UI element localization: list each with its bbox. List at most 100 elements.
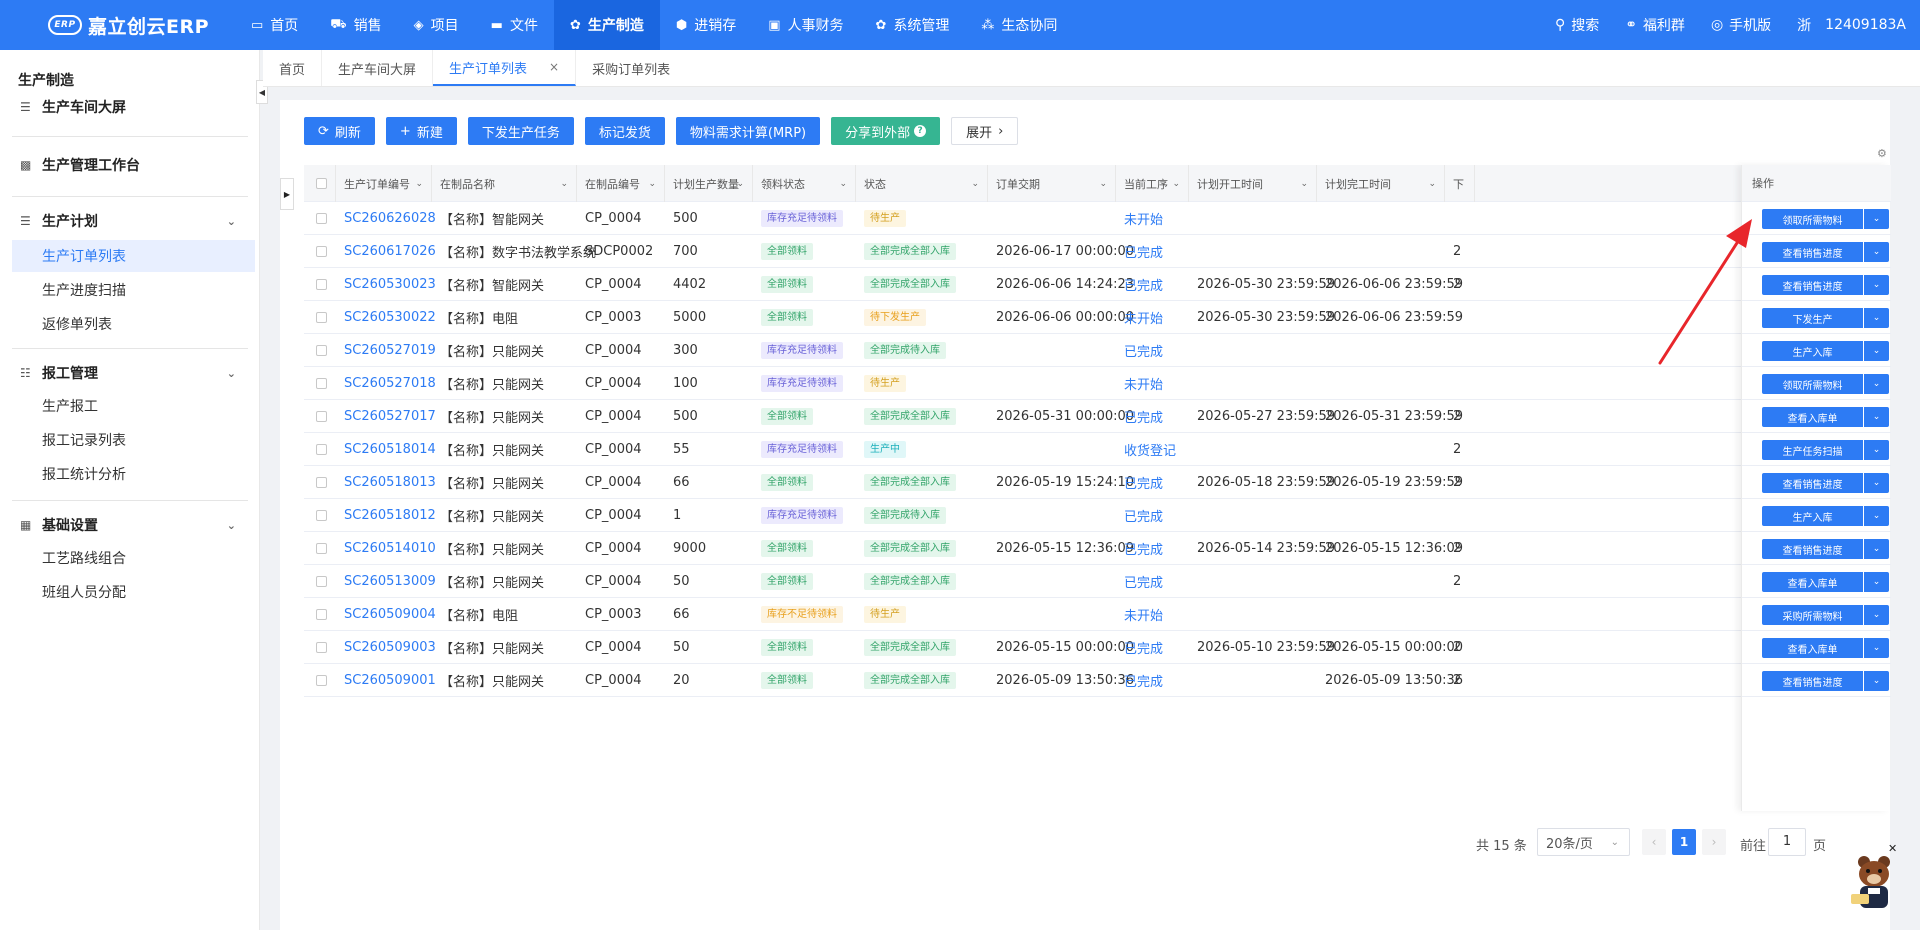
row-action-button[interactable]: 查看入库单: [1762, 572, 1863, 592]
current-process-link[interactable]: 收货登记: [1124, 440, 1176, 459]
order-number-link[interactable]: SC260509001: [344, 673, 436, 688]
mrp-button[interactable]: 物料需求计算(MRP): [675, 117, 821, 145]
chevron-down-icon[interactable]: ⌄: [1864, 671, 1889, 691]
chevron-down-icon[interactable]: ⌄: [971, 179, 979, 189]
sidebar-group-production-plan[interactable]: ☰ 生产计划 ⌄: [0, 200, 260, 242]
share-external-button[interactable]: 分享到外部?: [831, 117, 941, 145]
chevron-down-icon[interactable]: ⌄: [736, 179, 744, 189]
app-logo[interactable]: ERP 嘉立创云ERP: [0, 12, 235, 39]
column-settings-icon[interactable]: ⚙: [1877, 147, 1887, 160]
row-checkbox[interactable]: [316, 279, 327, 290]
chevron-down-icon[interactable]: ⌄: [648, 179, 656, 189]
row-action-button[interactable]: 查看销售进度: [1762, 473, 1863, 493]
sidebar-group-basic-settings[interactable]: ▦ 基础设置 ⌄: [0, 504, 260, 546]
sidebar-item-workbench[interactable]: ▩ 生产管理工作台: [0, 144, 260, 186]
order-number-link[interactable]: SC260518012: [344, 508, 436, 523]
order-number-link[interactable]: SC260527017: [344, 409, 436, 424]
nav-item-8[interactable]: ⁂ 生态协同: [965, 0, 1073, 50]
tab-workshop-screen[interactable]: 生产车间大屏: [322, 50, 434, 86]
sidebar-item-production-report[interactable]: 生产报工: [12, 390, 255, 422]
sidebar-item-production-order-list[interactable]: 生产订单列表: [12, 240, 255, 272]
tab-production-order-list[interactable]: 生产订单列表 ×: [433, 50, 577, 86]
current-process-link[interactable]: 未开始: [1124, 374, 1163, 393]
order-number-link[interactable]: SC260617026: [344, 244, 436, 259]
tab-home[interactable]: 首页: [263, 50, 323, 86]
order-number-link[interactable]: SC260509003: [344, 640, 436, 655]
current-process-link[interactable]: 已完成: [1124, 275, 1163, 294]
nav-item-0[interactable]: ▭ 首页: [235, 0, 314, 50]
current-process-link[interactable]: 未开始: [1124, 209, 1163, 228]
chevron-down-icon[interactable]: ⌄: [1864, 242, 1889, 262]
search-button[interactable]: ⚲ 搜索: [1555, 15, 1599, 35]
row-action-button[interactable]: 生产入库: [1762, 506, 1863, 526]
sidebar-item-report-records[interactable]: 报工记录列表: [12, 424, 255, 456]
goto-page-input[interactable]: 1: [1768, 828, 1806, 856]
expand-button[interactable]: 展开 ›: [951, 117, 1019, 145]
assistant-mascot-icon[interactable]: [1848, 850, 1900, 912]
nav-item-4[interactable]: ✿ 生产制造: [553, 0, 660, 50]
mark-shipped-button[interactable]: 标记发货: [584, 117, 665, 145]
sidebar-item-workshop-screen[interactable]: ☰ 生产车间大屏: [0, 86, 260, 128]
nav-item-7[interactable]: ✿ 系统管理: [860, 0, 966, 50]
row-action-button[interactable]: 领取所需物料: [1762, 209, 1863, 229]
row-checkbox[interactable]: [316, 477, 327, 488]
row-checkbox[interactable]: [316, 576, 327, 587]
current-process-link[interactable]: 已完成: [1124, 407, 1163, 426]
chevron-down-icon[interactable]: ⌄: [1864, 605, 1889, 625]
order-number-link[interactable]: SC260513009: [344, 574, 436, 589]
row-action-button[interactable]: 查看销售进度: [1762, 671, 1863, 691]
row-action-button[interactable]: 查看入库单: [1762, 638, 1863, 658]
row-action-button[interactable]: 下发生产: [1762, 308, 1863, 328]
sidebar-item-process-route[interactable]: 工艺路线组合: [12, 542, 255, 574]
order-number-link[interactable]: SC260527018: [344, 376, 436, 391]
row-checkbox[interactable]: [316, 510, 327, 521]
chevron-down-icon[interactable]: ⌄: [1864, 275, 1889, 295]
chevron-down-icon[interactable]: ⌄: [1864, 407, 1889, 427]
chevron-down-icon[interactable]: ⌄: [1172, 179, 1180, 189]
current-process-link[interactable]: 已完成: [1124, 473, 1163, 492]
current-process-link[interactable]: 未开始: [1124, 308, 1163, 327]
sidebar-item-team-assignment[interactable]: 班组人员分配: [12, 576, 255, 608]
current-process-link[interactable]: 已完成: [1124, 638, 1163, 657]
order-number-link[interactable]: SC260518013: [344, 475, 436, 490]
order-number-link[interactable]: SC260626028: [344, 211, 436, 226]
page-number-current[interactable]: 1: [1672, 829, 1696, 855]
select-all-checkbox[interactable]: [304, 165, 336, 202]
row-checkbox[interactable]: [316, 543, 327, 554]
chevron-down-icon[interactable]: ⌄: [1864, 638, 1889, 658]
page-size-select[interactable]: 20条/页 ⌄: [1537, 828, 1630, 856]
chevron-down-icon[interactable]: ⌄: [1864, 308, 1889, 328]
tab-purchase-order-list[interactable]: 采购订单列表: [576, 50, 686, 86]
row-action-button[interactable]: 生产任务扫描: [1762, 440, 1863, 460]
refresh-button[interactable]: ⟳ 刷新: [304, 117, 375, 145]
chevron-down-icon[interactable]: ⌄: [560, 179, 568, 189]
row-checkbox[interactable]: [316, 378, 327, 389]
current-process-link[interactable]: 已完成: [1124, 242, 1163, 261]
row-action-button[interactable]: 领取所需物料: [1762, 374, 1863, 394]
order-number-link[interactable]: SC260518014: [344, 442, 436, 457]
current-process-link[interactable]: 已完成: [1124, 572, 1163, 591]
chevron-down-icon[interactable]: ⌄: [1864, 440, 1889, 460]
nav-item-3[interactable]: ▬ 文件: [475, 0, 554, 50]
current-process-link[interactable]: 已完成: [1124, 671, 1163, 690]
nav-item-1[interactable]: ⛟ 销售: [314, 0, 397, 50]
nav-item-2[interactable]: ◈ 项目: [398, 0, 475, 50]
row-action-button[interactable]: 采购所需物料: [1762, 605, 1863, 625]
chevron-down-icon[interactable]: ⌄: [1864, 341, 1889, 361]
row-action-button[interactable]: 查看入库单: [1762, 407, 1863, 427]
row-checkbox[interactable]: [316, 444, 327, 455]
account-menu[interactable]: 浙 12409183A: [1797, 15, 1906, 35]
row-action-button[interactable]: 查看销售进度: [1762, 242, 1863, 262]
chevron-down-icon[interactable]: ⌄: [1099, 179, 1107, 189]
row-checkbox[interactable]: [316, 411, 327, 422]
mobile-version-button[interactable]: ◎ 手机版: [1711, 15, 1771, 35]
close-icon[interactable]: ×: [549, 60, 559, 74]
row-checkbox[interactable]: [316, 246, 327, 257]
nav-item-6[interactable]: ▣ 人事财务: [752, 0, 859, 50]
chevron-down-icon[interactable]: ⌄: [1864, 209, 1889, 229]
chevron-down-icon[interactable]: ⌄: [1864, 506, 1889, 526]
sidebar-item-progress-scan[interactable]: 生产进度扫描: [12, 274, 255, 306]
row-checkbox[interactable]: [316, 312, 327, 323]
current-process-link[interactable]: 已完成: [1124, 539, 1163, 558]
current-process-link[interactable]: 未开始: [1124, 605, 1163, 624]
